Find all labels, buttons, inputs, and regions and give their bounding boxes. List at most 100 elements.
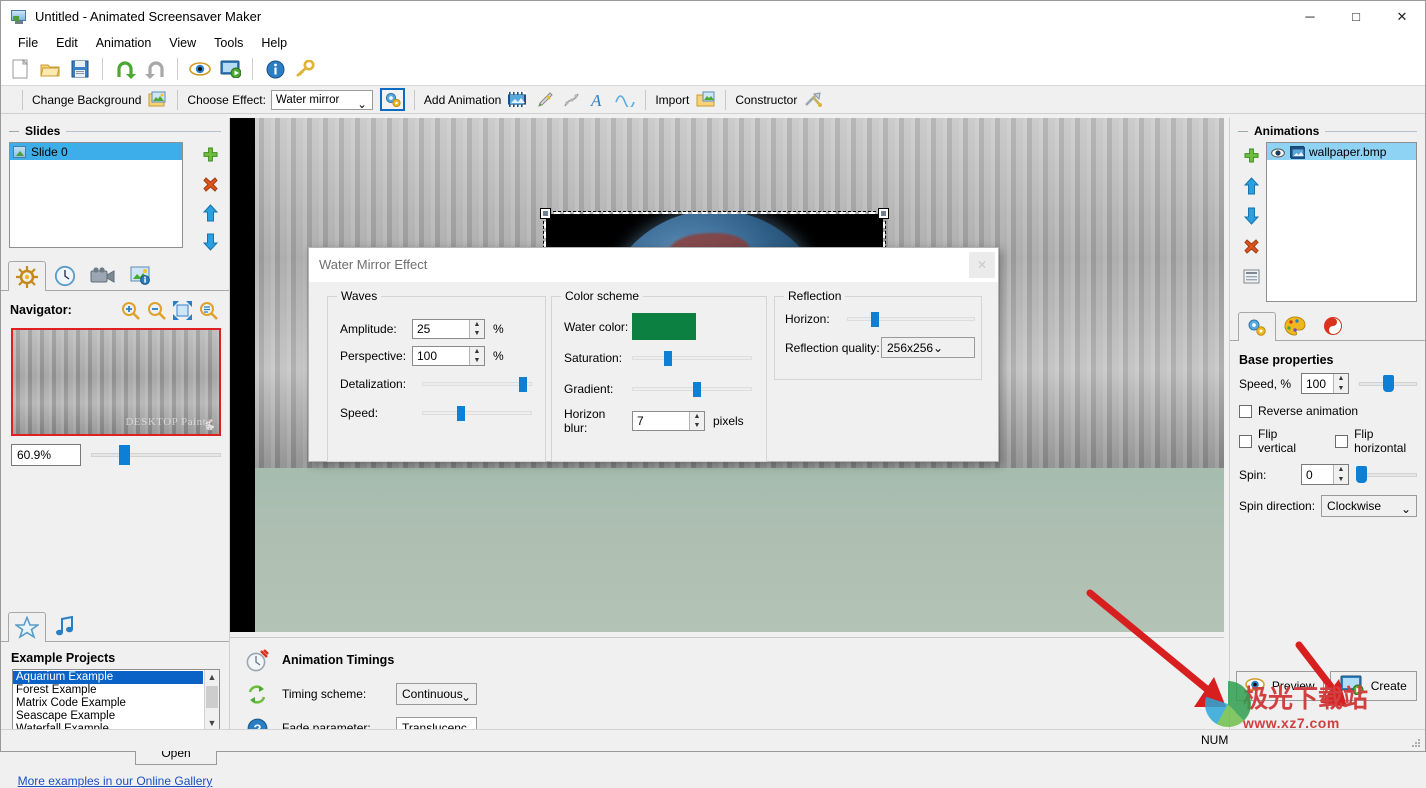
amplitude-stepper[interactable]: ▲ ▼	[469, 320, 484, 338]
properties-icon[interactable]	[1241, 266, 1261, 286]
move-up-icon[interactable]	[200, 203, 220, 223]
close-button[interactable]: ✕	[1379, 1, 1425, 32]
undo-icon[interactable]	[111, 56, 139, 82]
horizon-blur-stepper[interactable]: ▲ ▼	[689, 412, 704, 430]
scroll-down-icon[interactable]: ▼	[205, 716, 219, 730]
tab-motion[interactable]	[1314, 311, 1352, 340]
key-icon[interactable]	[291, 56, 319, 82]
tab-color[interactable]	[1276, 311, 1314, 340]
water-mirror-effect-dialog[interactable]: Water Mirror Effect ✕ Waves Amplitude: 2…	[308, 247, 999, 462]
info-icon[interactable]	[261, 56, 289, 82]
effect-settings-button[interactable]	[379, 88, 405, 111]
effect-select[interactable]: Water mirror ⌄	[270, 89, 373, 111]
move-down-icon[interactable]	[200, 232, 220, 252]
constructor-button[interactable]: Constructor	[735, 93, 797, 107]
spin-stepper[interactable]: ▲ ▼	[1333, 465, 1348, 484]
particles-icon[interactable]	[560, 89, 582, 111]
change-background-icon[interactable]	[146, 89, 168, 111]
preview-button[interactable]: Preview	[1236, 671, 1324, 701]
horizon-slider[interactable]	[847, 311, 975, 327]
tab-video[interactable]	[84, 260, 122, 290]
menu-help[interactable]: Help	[252, 34, 296, 52]
examples-list[interactable]: Aquarium Example Forest Example Matrix C…	[12, 669, 220, 735]
tab-base-properties[interactable]	[1238, 312, 1276, 341]
delete-slide-icon[interactable]	[200, 174, 220, 194]
tab-examples[interactable]	[8, 612, 46, 642]
perspective-field[interactable]: 100 ▲ ▼	[412, 346, 485, 366]
examples-scrollbar[interactable]: ▲ ▼	[204, 670, 219, 730]
import-icon[interactable]	[694, 89, 716, 111]
video-frame-icon[interactable]	[506, 89, 528, 111]
speed-field[interactable]: 100 ▲ ▼	[1301, 373, 1349, 394]
reverse-animation-row[interactable]: Reverse animation	[1230, 404, 1425, 418]
add-slide-icon[interactable]	[200, 145, 220, 165]
timing-scheme-select[interactable]: Continuous ⌄	[396, 683, 477, 705]
menu-tools[interactable]: Tools	[205, 34, 252, 52]
scrollbar-thumb[interactable]	[206, 686, 218, 708]
zoom-out-icon[interactable]	[143, 299, 169, 321]
visibility-eye-icon[interactable]	[1271, 147, 1285, 157]
tab-music[interactable]	[46, 611, 84, 641]
slides-list[interactable]: Slide 0	[9, 142, 183, 248]
scroll-up-icon[interactable]: ▲	[205, 670, 219, 684]
perspective-stepper[interactable]: ▲ ▼	[469, 347, 484, 365]
actual-size-icon[interactable]	[195, 299, 221, 321]
brush-icon[interactable]	[533, 89, 555, 111]
move-up-icon[interactable]	[1241, 176, 1261, 196]
amplitude-field[interactable]: 25 ▲ ▼	[412, 319, 485, 339]
menu-view[interactable]: View	[160, 34, 205, 52]
tab-timing[interactable]	[46, 260, 84, 290]
saturation-slider[interactable]	[632, 350, 752, 366]
save-icon[interactable]	[66, 56, 94, 82]
horizon-blur-field[interactable]: 7 ▲ ▼	[632, 411, 705, 431]
create-button[interactable]: Create	[1329, 671, 1417, 701]
menu-animation[interactable]: Animation	[87, 34, 161, 52]
detalization-slider[interactable]	[422, 376, 532, 392]
resize-handle-top-right[interactable]	[878, 208, 889, 219]
online-gallery-link[interactable]: More examples in our Online Gallery	[1, 774, 229, 788]
zoom-slider[interactable]	[91, 445, 221, 465]
water-color-swatch[interactable]	[632, 313, 696, 340]
speed-stepper[interactable]: ▲ ▼	[1333, 374, 1348, 393]
spin-direction-select[interactable]: Clockwise ⌄	[1321, 495, 1417, 517]
resize-grip[interactable]	[1411, 738, 1421, 748]
list-item[interactable]: wallpaper.bmp	[1267, 143, 1416, 160]
reflection-quality-select[interactable]: 256x256 ⌄	[881, 337, 975, 358]
minimize-button[interactable]: ─	[1287, 1, 1333, 32]
speed-slider[interactable]	[1359, 375, 1417, 393]
list-item[interactable]: Matrix Code Example	[13, 697, 203, 710]
constructor-icon[interactable]	[802, 89, 824, 111]
run-screensaver-icon[interactable]	[216, 56, 244, 82]
text-a-icon[interactable]: A	[587, 89, 609, 111]
preview-eye-icon[interactable]	[186, 56, 214, 82]
redo-icon[interactable]	[141, 56, 169, 82]
dialog-close-button[interactable]: ✕	[969, 252, 995, 278]
delete-animation-icon[interactable]	[1241, 236, 1261, 256]
spin-field[interactable]: 0 ▲ ▼	[1301, 464, 1349, 485]
reverse-animation-checkbox[interactable]	[1239, 404, 1252, 418]
list-item[interactable]: Aquarium Example	[13, 671, 203, 684]
resize-handle-top-left[interactable]	[540, 208, 551, 219]
change-background-button[interactable]: Change Background	[32, 93, 141, 107]
move-down-icon[interactable]	[1241, 206, 1261, 226]
zoom-in-icon[interactable]	[117, 299, 143, 321]
list-item[interactable]: Seascape Example	[13, 710, 203, 723]
list-item[interactable]: Forest Example	[13, 684, 203, 697]
tab-image-info[interactable]	[122, 260, 160, 290]
waves-speed-slider[interactable]	[422, 405, 532, 421]
import-button[interactable]: Import	[655, 93, 689, 107]
wave-icon[interactable]	[614, 89, 636, 111]
navigator-thumbnail[interactable]: DESKTOP Paints 🐇	[11, 328, 221, 436]
menu-edit[interactable]: Edit	[47, 34, 87, 52]
add-animation-icon[interactable]	[1241, 146, 1261, 166]
flip-horizontal-checkbox[interactable]	[1335, 434, 1349, 448]
new-icon[interactable]	[6, 56, 34, 82]
menu-file[interactable]: File	[9, 34, 47, 52]
list-item[interactable]: Slide 0	[10, 143, 182, 160]
flip-vertical-checkbox[interactable]	[1239, 434, 1252, 448]
open-folder-icon[interactable]	[36, 56, 64, 82]
animations-list[interactable]: wallpaper.bmp	[1266, 142, 1417, 302]
add-animation-label[interactable]: Add Animation	[424, 93, 501, 107]
gradient-slider[interactable]	[632, 381, 752, 397]
maximize-button[interactable]: □	[1333, 1, 1379, 32]
